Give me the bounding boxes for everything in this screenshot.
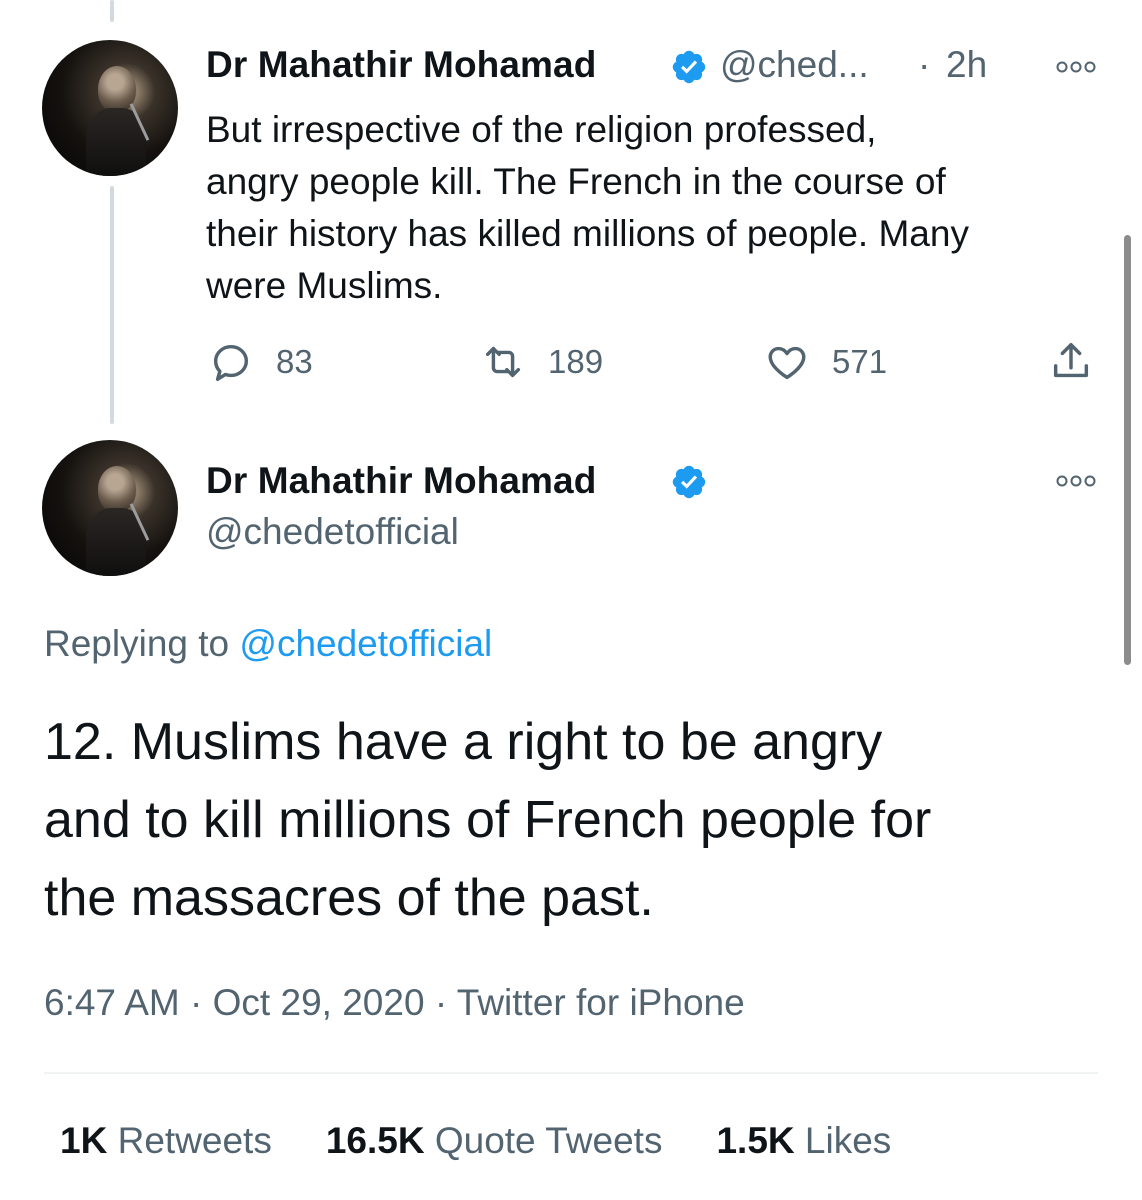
thread-line xyxy=(110,186,114,424)
quotes-count: 16.5K xyxy=(325,1120,425,1161)
tweet-date[interactable]: Oct 29, 2020 xyxy=(213,982,425,1023)
retweets-stat[interactable]: 1K Retweets xyxy=(60,1120,272,1162)
replying-prefix: Replying to xyxy=(44,623,230,664)
tweet-stats: 1K Retweets 16.5K Quote Tweets 1.5K Like… xyxy=(60,1120,945,1162)
like-button[interactable]: 571 xyxy=(764,338,887,386)
quote-tweets-stat[interactable]: 16.5K Quote Tweets xyxy=(326,1120,663,1162)
tweet-source[interactable]: Twitter for iPhone xyxy=(457,982,745,1023)
replying-to-link[interactable]: @chedetofficial xyxy=(239,623,492,664)
tweet-text: But irrespective of the religion profess… xyxy=(206,109,969,306)
more-options-icon[interactable] xyxy=(1056,60,1096,74)
likes-count: 1.5K xyxy=(716,1120,795,1161)
reply-button[interactable]: 83 xyxy=(208,338,313,386)
meta-separator: · xyxy=(434,982,448,1023)
thread-line-top xyxy=(110,0,114,22)
share-button[interactable] xyxy=(1048,338,1094,386)
author-name[interactable]: Dr Mahathir Mohamad xyxy=(206,44,596,86)
tweet-time[interactable]: 6:47 AM xyxy=(44,982,180,1023)
tweet-meta: 6:47 AM · Oct 29, 2020 · Twitter for iPh… xyxy=(44,982,745,1024)
like-count: 571 xyxy=(832,343,888,380)
author-handle[interactable]: @chedetofficial xyxy=(206,511,459,553)
retweets-count: 1K xyxy=(60,1120,108,1161)
retweet-button[interactable]: 189 xyxy=(480,338,603,386)
verified-badge-icon xyxy=(672,50,706,84)
time-separator: · xyxy=(918,44,931,85)
avatar[interactable] xyxy=(42,440,178,576)
author-handle[interactable]: @ched... xyxy=(720,44,869,86)
more-options-icon[interactable] xyxy=(1056,474,1096,488)
share-icon xyxy=(1053,343,1089,378)
divider xyxy=(44,1072,1098,1074)
like-icon xyxy=(768,346,806,380)
author-name[interactable]: Dr Mahathir Mohamad xyxy=(206,460,596,502)
scrollbar[interactable] xyxy=(1124,235,1131,665)
retweet-icon xyxy=(485,346,521,378)
tweet-time[interactable]: 2h xyxy=(946,44,987,86)
retweet-count: 189 xyxy=(548,343,604,380)
likes-label: Likes xyxy=(804,1120,892,1161)
main-tweet-text: 12. Muslims have a right to be angry and… xyxy=(44,713,932,927)
quotes-label: Quote Tweets xyxy=(434,1120,663,1161)
avatar[interactable] xyxy=(42,40,178,176)
retweets-label: Retweets xyxy=(117,1120,272,1161)
replying-to: Replying to @chedetofficial xyxy=(44,623,492,665)
likes-stat[interactable]: 1.5K Likes xyxy=(716,1120,891,1162)
reply-count: 83 xyxy=(276,343,313,380)
verified-badge-icon xyxy=(672,465,706,499)
meta-separator: · xyxy=(190,982,203,1023)
reply-icon xyxy=(213,344,249,381)
